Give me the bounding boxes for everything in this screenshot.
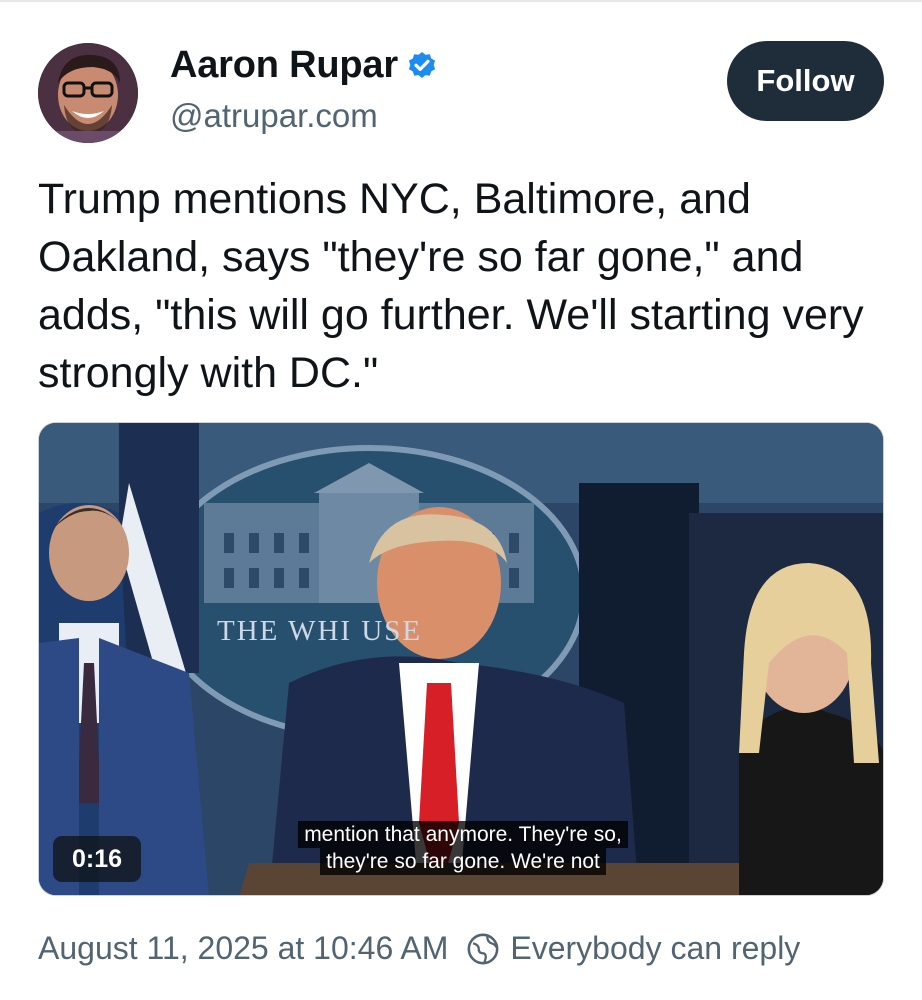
video-caption: mention that anymore. They're so, they'r… [283, 821, 643, 875]
author-handle[interactable]: @atrupar.com [170, 97, 378, 135]
top-divider [0, 0, 922, 2]
video-duration: 0:16 [53, 836, 141, 882]
caption-line-2: they're so far gone. We're not [320, 848, 606, 875]
post-text: Trump mentions NYC, Baltimore, and Oakla… [38, 175, 864, 397]
post-timestamp[interactable]: August 11, 2025 at 10:46 AM [38, 930, 448, 967]
follow-button[interactable]: Follow [727, 41, 884, 121]
reply-setting: Everybody can reply [466, 930, 800, 967]
video-player[interactable]: THE WHI USE mention that anymore. They'r… [38, 422, 884, 896]
avatar-image [38, 43, 138, 143]
backdrop-text: THE WHI USE [217, 615, 423, 647]
post-meta: August 11, 2025 at 10:46 AM Everybody ca… [38, 930, 800, 967]
caption-line-1: mention that anymore. They're so, [298, 821, 628, 848]
verified-badge-icon [408, 51, 436, 78]
author-name[interactable]: Aaron Rupar [170, 44, 398, 87]
author-name-row: Aaron Rupar [170, 44, 438, 87]
globe-icon [467, 933, 499, 964]
avatar[interactable] [38, 43, 138, 143]
reply-setting-label: Everybody can reply [510, 930, 801, 966]
